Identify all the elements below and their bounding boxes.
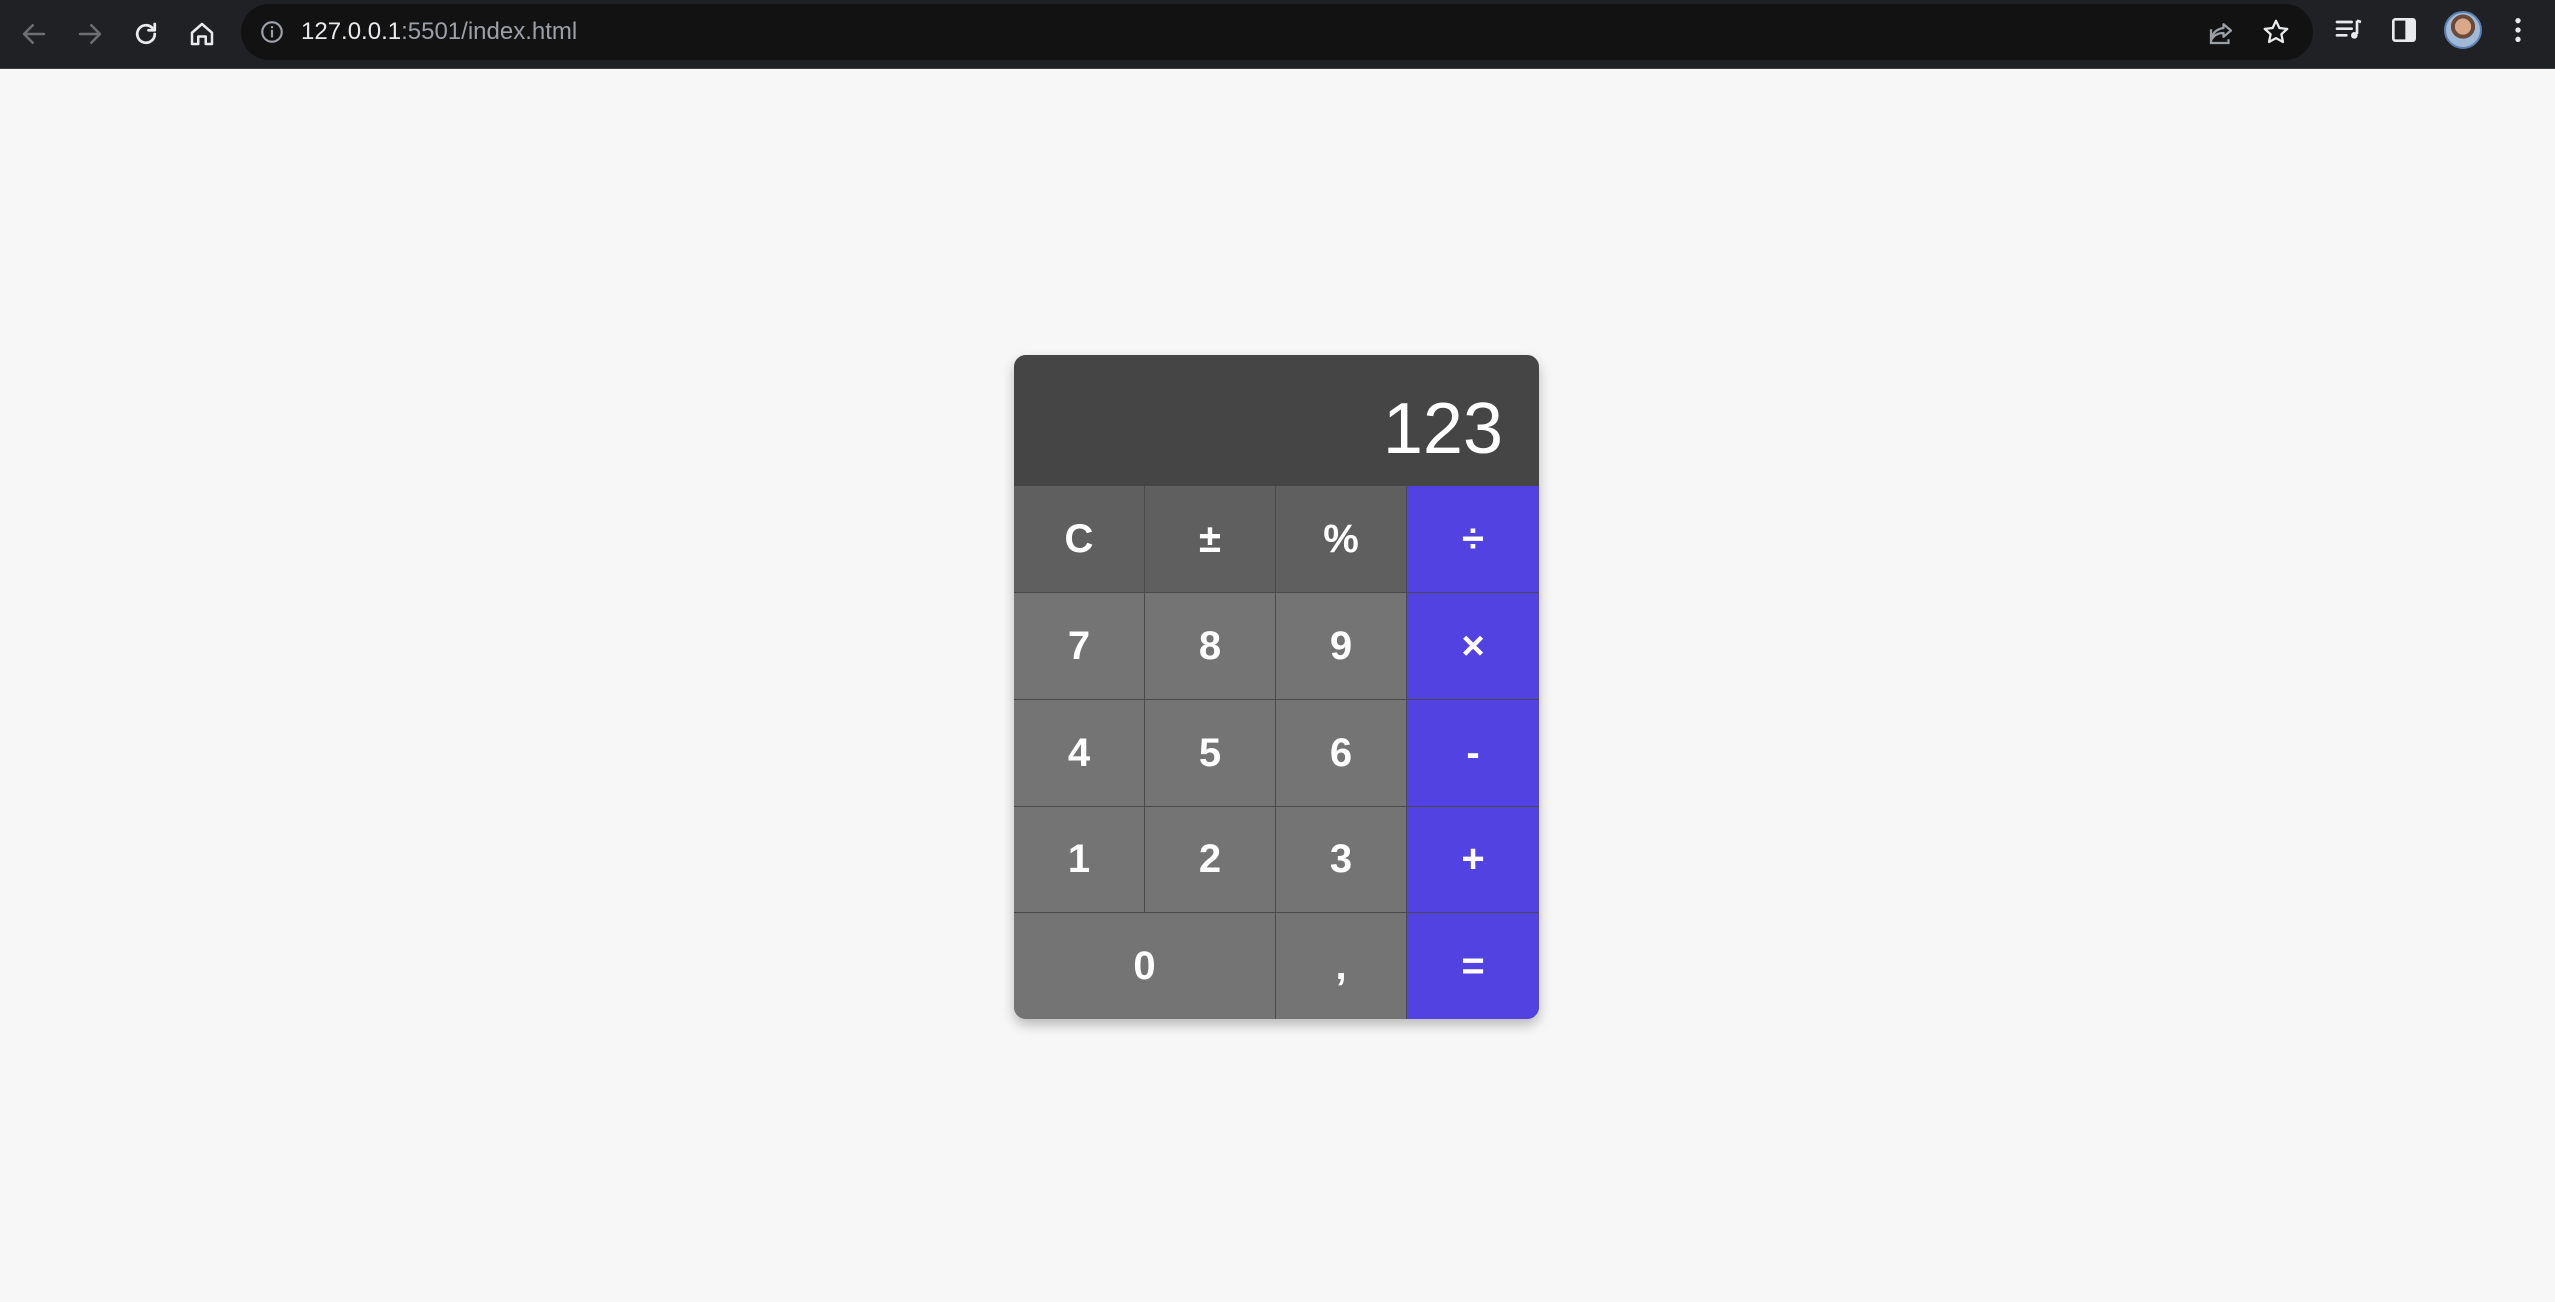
- share-icon[interactable]: [2206, 18, 2236, 48]
- divide-button[interactable]: ÷: [1407, 486, 1539, 593]
- side-panel-icon[interactable]: [2388, 14, 2420, 46]
- equals-button[interactable]: =: [1407, 913, 1539, 1019]
- home-icon: [190, 22, 214, 46]
- kebab-menu-icon[interactable]: [2502, 14, 2534, 46]
- add-button[interactable]: +: [1407, 807, 1539, 913]
- media-queue-icon[interactable]: [2333, 14, 2365, 46]
- digit-2-button[interactable]: 2: [1145, 807, 1276, 913]
- home-button[interactable]: [182, 14, 222, 54]
- info-icon[interactable]: [259, 19, 285, 45]
- reload-button[interactable]: [126, 14, 166, 54]
- digit-7-button[interactable]: 7: [1014, 593, 1145, 700]
- url-text[interactable]: 127.0.0.1:5501/index.html: [301, 18, 577, 46]
- digit-1-button[interactable]: 1: [1014, 807, 1145, 913]
- calculator-display: 123: [1014, 355, 1539, 486]
- browser-toolbar: 127.0.0.1:5501/index.html: [0, 0, 2555, 69]
- url-host: 127.0.0.1: [301, 18, 402, 45]
- url-path: :5501/index.html: [401, 18, 578, 45]
- subtract-button[interactable]: -: [1407, 700, 1539, 807]
- digit-0-button[interactable]: 0: [1014, 913, 1276, 1019]
- back-button[interactable]: [14, 14, 54, 54]
- back-arrow-icon: [22, 24, 46, 44]
- digit-8-button[interactable]: 8: [1145, 593, 1276, 700]
- reload-icon: [135, 22, 157, 45]
- address-bar[interactable]: 127.0.0.1:5501/index.html: [241, 4, 2313, 60]
- avatar[interactable]: [2444, 11, 2482, 49]
- decimal-button[interactable]: ,: [1276, 913, 1407, 1019]
- forward-button[interactable]: [70, 14, 110, 54]
- digit-5-button[interactable]: 5: [1145, 700, 1276, 807]
- digit-6-button[interactable]: 6: [1276, 700, 1407, 807]
- digit-3-button[interactable]: 3: [1276, 807, 1407, 913]
- clear-button[interactable]: C: [1014, 486, 1145, 593]
- calculator: 123 C ± % ÷ 7 8 9 × 4 5 6 - 1 2 3 + 0 , …: [1014, 355, 1539, 1019]
- digit-4-button[interactable]: 4: [1014, 700, 1145, 807]
- display-value: 123: [1382, 389, 1503, 469]
- star-icon[interactable]: [2261, 17, 2291, 47]
- forward-arrow-icon: [78, 24, 102, 44]
- digit-9-button[interactable]: 9: [1276, 593, 1407, 700]
- percent-button[interactable]: %: [1276, 486, 1407, 593]
- multiply-button[interactable]: ×: [1407, 593, 1539, 700]
- sign-toggle-button[interactable]: ±: [1145, 486, 1276, 593]
